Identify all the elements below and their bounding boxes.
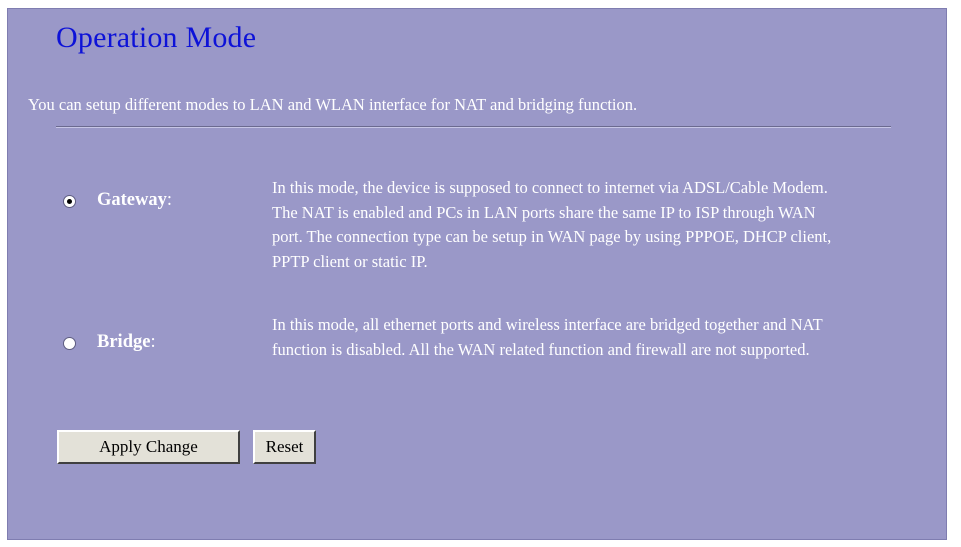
settings-panel: Operation Mode You can setup different m… [7, 8, 947, 540]
gateway-radio[interactable] [63, 195, 76, 208]
reset-button[interactable]: Reset [253, 430, 316, 464]
page-description: You can setup different modes to LAN and… [28, 95, 638, 114]
gateway-description: In this mode, the device is supposed to … [272, 176, 948, 274]
gateway-description-line: In this mode, the device is supposed to … [272, 178, 828, 197]
bridge-description-line: function is disabled. All the WAN relate… [272, 339, 810, 359]
gateway-description-line: PPTP client or static IP. [272, 251, 428, 271]
bridge-label[interactable]: Bridge: [97, 332, 156, 353]
page-title: Operation Mode [56, 21, 257, 54]
gateway-description-line: The NAT is enabled and PCs in LAN ports … [272, 202, 816, 222]
apply-change-button[interactable]: Apply Change [57, 430, 240, 464]
bridge-radio[interactable] [63, 337, 76, 350]
gateway-description-line: port. The connection type can be setup i… [272, 227, 832, 246]
bridge-description-line: In this mode, all ethernet ports and wir… [272, 315, 823, 334]
divider [56, 126, 891, 128]
bridge-description: In this mode, all ethernet ports and wir… [272, 313, 948, 362]
gateway-label[interactable]: Gateway: [97, 190, 172, 211]
